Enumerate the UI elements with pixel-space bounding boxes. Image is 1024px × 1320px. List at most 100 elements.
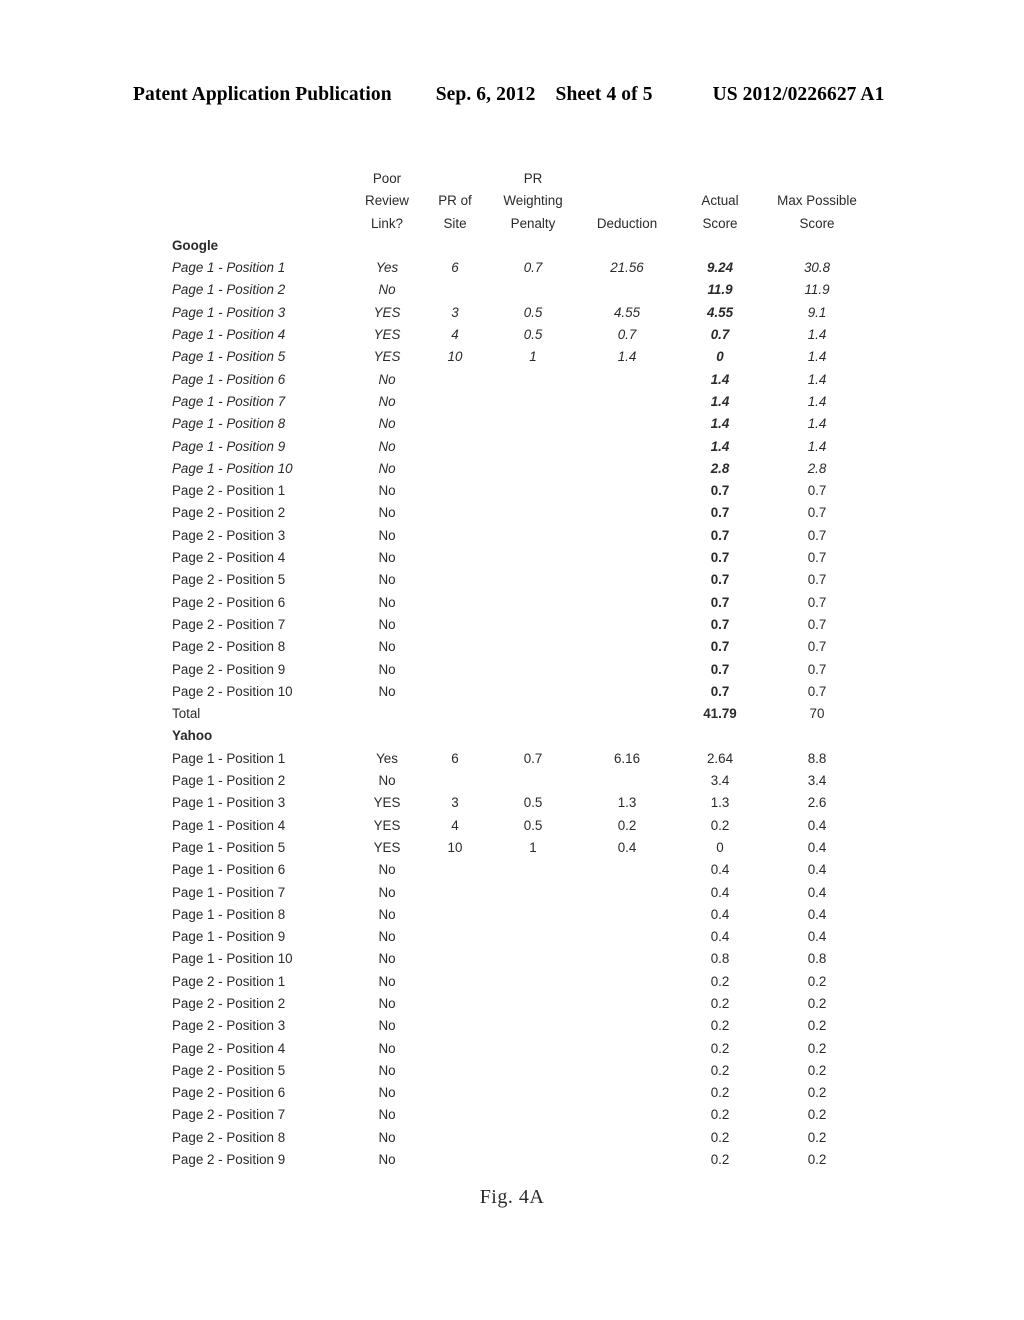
section-header-row: Yahoo (170, 725, 870, 747)
cell-poor-review-link: No (378, 1085, 396, 1101)
cell-max-possible-score: 0.7 (807, 661, 827, 677)
cell-pr-weighting-penalty (488, 971, 578, 993)
table-row: Page 2 - Position 6 No 0.2 0.2 (170, 1082, 870, 1104)
row-label: Page 2 - Position 2 (172, 995, 286, 1011)
cell-max-possible-score: 1.4 (807, 438, 827, 454)
row-label: Page 2 - Position 5 (172, 572, 286, 588)
cell-poor-review-link: No (378, 1040, 396, 1056)
cell-deduction (578, 993, 676, 1015)
cell-pr-weighting-penalty: 1 (529, 839, 537, 855)
cell-max-possible-score: 1.4 (807, 416, 827, 432)
cell-poor-review-link: No (378, 282, 396, 298)
cell-pr-of-site (422, 971, 488, 993)
cell-poor-review-link: No (378, 884, 396, 900)
cell-pr-weighting-penalty (488, 882, 578, 904)
cell-actual-score: 41.79 (703, 706, 737, 722)
cell-max-possible-score: 0.8 (807, 951, 827, 967)
row-label: Page 2 - Position 4 (172, 550, 286, 566)
cell-pr-of-site (422, 1082, 488, 1104)
table-row: Page 2 - Position 5 No 0.7 0.7 (170, 569, 870, 591)
cell-max-possible-score: 0.2 (807, 1107, 827, 1123)
cell-poor-review-link: No (378, 594, 396, 610)
cell-poor-review-link: YES (373, 304, 401, 320)
cell-max-possible-score: 2.6 (807, 795, 827, 811)
cell-deduction (578, 882, 676, 904)
cell-poor-review-link: No (378, 1062, 396, 1078)
cell-pr-of-site (422, 725, 488, 747)
cell-pr-weighting-penalty (488, 413, 578, 435)
cell-max-possible-score: 3.4 (807, 773, 827, 789)
cell-pr-of-site: 10 (447, 349, 463, 365)
cell-deduction: 0.4 (617, 839, 637, 855)
cell-pr-weighting-penalty (488, 1127, 578, 1149)
table-row: Page 2 - Position 6 No 0.7 0.7 (170, 592, 870, 614)
cell-pr-of-site: 3 (451, 795, 459, 811)
cell-pr-weighting-penalty (488, 770, 578, 792)
cell-deduction (578, 859, 676, 881)
cell-pr-weighting-penalty (488, 614, 578, 636)
cell-poor-review-link: No (378, 1129, 396, 1145)
cell-pr-of-site: 4 (451, 327, 459, 343)
cell-pr-of-site (422, 525, 488, 547)
cell-poor-review-link: Yes (376, 750, 398, 766)
cell-max-possible-score: 0.2 (807, 1062, 827, 1078)
table-row: Page 2 - Position 8 No 0.7 0.7 (170, 636, 870, 658)
cell-actual-score: 1.4 (710, 393, 730, 409)
cell-actual-score: 0.7 (710, 527, 730, 543)
row-label: Page 1 - Position 6 (172, 862, 286, 878)
cell-actual-score: 0.7 (710, 483, 730, 499)
cell-pr-weighting-penalty: 0.5 (523, 817, 543, 833)
cell-poor-review-link: Yes (375, 260, 399, 276)
cell-actual-score: 0.2 (710, 817, 730, 833)
cell-poor-review-link: No (378, 862, 396, 878)
row-label: Page 2 - Position 2 (172, 505, 286, 521)
sheet-number: Sheet 4 of 5 (555, 84, 653, 105)
cell-pr-weighting-penalty: 0.7 (523, 260, 543, 276)
cell-actual-score: 0.2 (710, 995, 730, 1011)
row-label: Page 1 - Position 2 (172, 773, 286, 789)
cell-pr-of-site (422, 926, 488, 948)
cell-max-possible-score: 0.2 (807, 1040, 827, 1056)
cell-deduction: 4.55 (613, 304, 641, 320)
row-label: Page 1 - Position 10 (172, 951, 293, 967)
cell-pr-of-site (422, 458, 488, 480)
cell-pr-of-site (422, 1060, 488, 1082)
cell-poor-review-link: YES (373, 349, 401, 365)
cell-pr-of-site (422, 235, 488, 257)
cell-deduction: 0.7 (617, 327, 637, 343)
row-label: Total (172, 706, 201, 722)
cell-actual-score: 2.64 (706, 750, 734, 766)
row-label: Page 1 - Position 7 (172, 884, 286, 900)
cell-poor-review-link: YES (373, 839, 401, 855)
row-label: Page 2 - Position 9 (172, 661, 286, 677)
cell-pr-of-site (422, 882, 488, 904)
cell-pr-of-site (422, 1149, 488, 1171)
cell-poor-review-link: No (378, 1152, 396, 1168)
cell-pr-of-site (422, 569, 488, 591)
cell-poor-review-link: YES (373, 795, 401, 811)
column-header-actual-score: Actual Score (701, 193, 739, 231)
cell-pr-of-site (422, 993, 488, 1015)
cell-pr-weighting-penalty (488, 547, 578, 569)
cell-deduction (578, 703, 676, 725)
row-label: Page 2 - Position 10 (172, 683, 293, 699)
cell-actual-score: 0.2 (710, 1040, 730, 1056)
cell-actual-score: 1.3 (710, 795, 730, 811)
cell-pr-weighting-penalty: 0.5 (523, 304, 543, 320)
cell-max-possible-score: 30.8 (803, 260, 831, 276)
cell-max-possible-score: 0.7 (807, 616, 827, 632)
cell-actual-score: 0.2 (710, 1152, 730, 1168)
table-row: Page 2 - Position 7 No 0.2 0.2 (170, 1104, 870, 1126)
table-row: Page 2 - Position 2 No 0.7 0.7 (170, 502, 870, 524)
cell-deduction (578, 369, 676, 391)
table-header: Poor Review Link? PR of Site PR Weightin… (170, 168, 870, 235)
cell-poor-review-link (352, 725, 422, 747)
cell-pr-weighting-penalty (488, 948, 578, 970)
table-row: Page 1 - Position 6 No 1.4 1.4 (170, 369, 870, 391)
cell-max-possible-score: 0.2 (807, 1018, 827, 1034)
cell-pr-of-site: 6 (451, 260, 459, 276)
table-row: Page 1 - Position 4 YES 4 0.5 0.7 0.7 1.4 (170, 324, 870, 346)
cell-deduction (578, 592, 676, 614)
cell-pr-of-site (422, 547, 488, 569)
table-row: Page 2 - Position 7 No 0.7 0.7 (170, 614, 870, 636)
